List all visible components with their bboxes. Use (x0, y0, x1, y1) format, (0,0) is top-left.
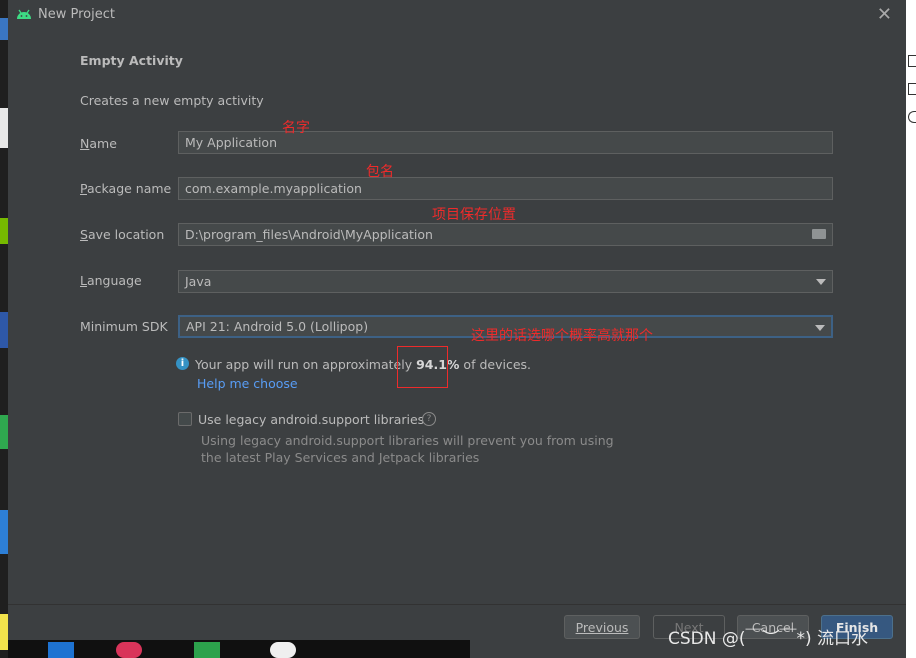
android-icon (17, 9, 31, 19)
package-name-label: Package name (80, 181, 172, 196)
desktop-icon (0, 415, 8, 449)
desktop-icon (0, 614, 8, 650)
chevron-down-icon (815, 325, 825, 331)
desktop-left-strip (0, 0, 8, 658)
legacy-support-checkbox[interactable] (178, 412, 192, 426)
desktop-icon (0, 218, 8, 244)
taskbar-icon (48, 642, 74, 658)
annotation-location: 项目保存位置 (432, 207, 516, 223)
new-project-dialog: New Project ✕ Empty Activity Creates a n… (8, 0, 906, 658)
page-description: Creates a new empty activity (80, 93, 264, 108)
package-name-input[interactable]: com.example.myapplication (178, 177, 833, 200)
language-value: Java (185, 274, 212, 289)
desktop-right-strip (906, 0, 916, 658)
taskbar-icon (270, 642, 296, 658)
taskbar-icon (116, 642, 142, 658)
taskbar (8, 640, 470, 658)
name-label: Name (80, 136, 117, 151)
close-icon[interactable]: ✕ (877, 4, 892, 25)
device-coverage-text: Your app will run on approximately 94.1%… (195, 357, 531, 372)
annotation-name: 名字 (282, 120, 310, 136)
help-me-choose-link[interactable]: Help me choose (197, 376, 298, 391)
save-location-label: Save location (80, 227, 165, 242)
folder-icon[interactable] (812, 229, 826, 239)
name-input[interactable]: My Application (178, 131, 833, 154)
annotation-sdk: 这里的话选哪个概率高就那个 (471, 328, 653, 344)
help-icon[interactable]: ? (422, 412, 436, 426)
chevron-down-icon (816, 279, 826, 285)
legacy-note-line2: the latest Play Services and Jetpack lib… (201, 450, 480, 465)
minimum-sdk-value: API 21: Android 5.0 (Lollipop) (186, 319, 369, 334)
annotation-highlight-box (397, 346, 448, 388)
previous-button[interactable]: Previous (564, 615, 640, 639)
watermark: CSDN @(￣︶￣*) 流口水 (668, 629, 869, 649)
language-label: Language (80, 273, 142, 288)
save-location-input[interactable]: D:\program_files\Android\MyApplication (178, 223, 833, 246)
info-icon: i (176, 357, 189, 370)
desktop-icon (0, 108, 8, 148)
legacy-note-line1: Using legacy android.support libraries w… (201, 433, 614, 448)
title-bar: New Project ✕ (8, 0, 906, 30)
desktop-icon (0, 18, 8, 40)
desktop-icon (0, 312, 8, 348)
page-heading: Empty Activity (80, 53, 183, 68)
taskbar-icon (194, 642, 220, 658)
minimum-sdk-label: Minimum SDK (80, 319, 168, 334)
annotation-package: 包名 (366, 164, 394, 180)
legacy-support-label[interactable]: Use legacy android.support libraries (198, 412, 424, 427)
window-title: New Project (38, 7, 115, 22)
footer-divider (8, 604, 906, 605)
desktop-icon (0, 510, 8, 554)
language-dropdown[interactable]: Java (178, 270, 833, 293)
save-location-value: D:\program_files\Android\MyApplication (185, 227, 433, 242)
